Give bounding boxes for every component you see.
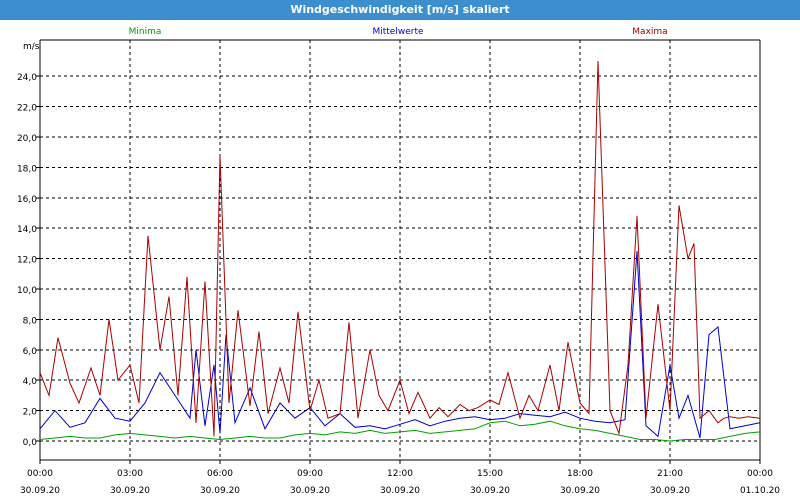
x-tick-time-label: 18:00 (567, 469, 593, 479)
legend-label-mittelwerte: Mittelwerte (372, 27, 423, 37)
y-tick-label: 8,0 (23, 316, 38, 326)
x-tick-time-label: 00:00 (747, 469, 773, 479)
x-tick-time-label: 21:00 (657, 469, 683, 479)
wind-speed-chart: 0,0 2,0 4,0 6,0 8,0 10,0 12,0 14,0 16,0 18,0 20,0 2… (17, 27, 780, 496)
series-line-mittelwerte (39, 250, 761, 439)
window-title: Windgeschwindigkeit [m/s] skaliert (0, 0, 800, 20)
x-tick-time-label: 06:00 (207, 469, 233, 479)
y-tick-label: 22,0 (17, 104, 37, 114)
axes (36, 39, 761, 464)
y-tick-label: 2,0 (23, 408, 38, 418)
y-tick-label: 24,0 (17, 73, 37, 83)
y-tick-label: 14,0 (17, 225, 37, 235)
x-tick-date-label: 30.09.20 (380, 486, 420, 496)
y-tick-label: 6,0 (23, 347, 38, 357)
x-tick-date-label: 30.09.20 (110, 486, 150, 496)
legend-label-minima: Minima (129, 27, 162, 37)
x-tick-date-label: 30.09.20 (470, 486, 510, 496)
x-tick-date-label: 30.09.20 (290, 486, 330, 496)
legend: Minima Mittelwerte Maxima (129, 27, 668, 37)
y-tick-label: 12,0 (17, 256, 37, 266)
x-tick-date-label: 30.09.20 (20, 486, 60, 496)
y-tick-label: 18,0 (17, 164, 37, 174)
x-tick-time-label: 00:00 (27, 469, 53, 479)
y-tick-label: 4,0 (23, 377, 38, 387)
axis-labels: 0,0 2,0 4,0 6,0 8,0 10,0 12,0 14,0 16,0 18,0 20,0 2… (17, 42, 780, 496)
y-axis-unit-label: m/s (23, 42, 40, 52)
x-tick-time-label: 12:00 (387, 469, 413, 479)
y-tick-label: 10,0 (17, 286, 37, 296)
x-tick-time-label: 15:00 (477, 469, 503, 479)
y-tick-label: 16,0 (17, 195, 37, 205)
x-tick-date-label: 30.09.20 (650, 486, 690, 496)
y-tick-label: 20,0 (17, 134, 37, 144)
x-tick-time-label: 09:00 (297, 469, 323, 479)
x-tick-date-label: 30.09.20 (200, 486, 240, 496)
y-tick-label: 0,0 (23, 438, 38, 448)
x-tick-date-label: 30.09.20 (560, 486, 600, 496)
legend-label-maxima: Maxima (632, 27, 667, 37)
chart-window: Windgeschwindigkeit [m/s] skaliert 0,0 2,… (0, 0, 800, 500)
x-tick-date-label: 01.10.20 (740, 486, 780, 496)
x-tick-time-label: 03:00 (117, 469, 143, 479)
